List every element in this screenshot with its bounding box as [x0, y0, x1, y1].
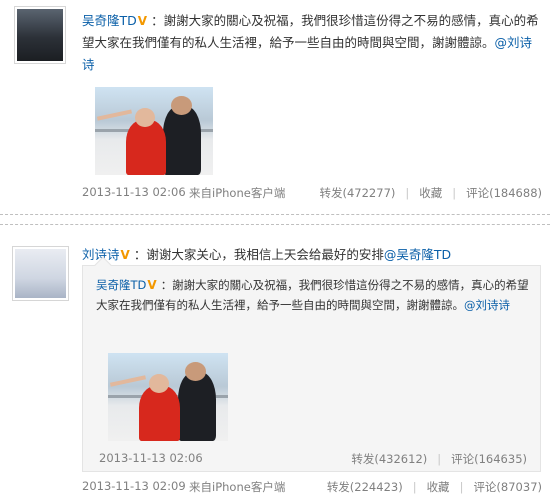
quoted-time[interactable]: 2013-11-13 02:06	[99, 451, 203, 465]
post-2-mention[interactable]: @吴奇隆TD	[384, 247, 451, 262]
forward-link[interactable]: 转发(472277)	[320, 186, 396, 200]
post-1-content: 吴奇隆TDV ：謝謝大家的關心及祝福，我們很珍惜這份得之不易的感情，真心的希望大家…	[82, 10, 542, 76]
post-1-username[interactable]: 吴奇隆TD	[82, 13, 137, 28]
photo-man	[163, 106, 202, 175]
action-separator: |	[405, 186, 410, 200]
post-1-meta: 2013-11-13 02:06 来自iPhone客户端 转发(472277) |…	[82, 185, 542, 201]
favorite-link[interactable]: 收藏	[427, 480, 450, 494]
quoted-forward-link[interactable]: 转发(432612)	[351, 452, 427, 466]
avatar-liu-shishi[interactable]	[12, 246, 69, 301]
photo-man-head	[170, 95, 192, 116]
quoted-meta: 2013-11-13 02:06 转发(432612) | 评论(164635)	[99, 451, 527, 467]
quoted-username[interactable]: 吴奇隆TD	[96, 278, 146, 292]
quoted-content: 吴奇隆TDV ：謝謝大家的關心及祝福，我們很珍惜這份得之不易的感情，真心的希望大家…	[96, 275, 530, 315]
comment-link[interactable]: 评论(184688)	[466, 186, 542, 200]
action-separator: |	[452, 186, 457, 200]
post-1-source: 来自iPhone客户端	[189, 185, 285, 201]
post-1-actions: 转发(472277) | 收藏 | 评论(184688)	[320, 185, 543, 201]
post-1-text: ：謝謝大家的關心及祝福，我們很珍惜這份得之不易的感情，真心的希望大家在我們僅有的…	[82, 13, 539, 50]
favorite-link[interactable]: 收藏	[419, 186, 442, 200]
photo-woman	[125, 120, 166, 175]
source-link[interactable]: iPhone客户端	[212, 480, 285, 494]
feed-divider	[0, 224, 550, 225]
photo-woman	[139, 386, 180, 441]
post-2-time[interactable]: 2013-11-13 02:09	[82, 479, 186, 493]
source-link[interactable]: iPhone客户端	[212, 186, 285, 200]
post-2-actions: 转发(224423) | 收藏 | 评论(87037)	[327, 479, 542, 495]
source-prefix: 来自	[189, 186, 212, 200]
quoted-mention[interactable]: @刘诗诗	[464, 298, 510, 312]
feed-divider	[0, 214, 550, 215]
avatar-photo	[17, 9, 63, 61]
post-2-content: 刘诗诗V ：谢谢大家关心，我相信上天会给最好的安排@吴奇隆TD	[82, 245, 542, 265]
forward-link[interactable]: 转发(224423)	[327, 480, 403, 494]
source-prefix: 来自	[189, 480, 212, 494]
action-separator: |	[459, 480, 464, 494]
avatar-photo	[15, 249, 66, 298]
quoted-comment-link[interactable]: 评论(164635)	[451, 452, 527, 466]
avatar-wu-qilong[interactable]	[14, 6, 66, 64]
quoted-photo[interactable]	[108, 353, 228, 441]
post-2-source: 来自iPhone客户端	[189, 479, 285, 495]
photo-man	[177, 372, 216, 441]
verified-badge-icon: V	[147, 278, 157, 292]
action-separator: |	[412, 480, 417, 494]
action-separator: |	[437, 452, 442, 466]
verified-badge-icon: V	[137, 14, 148, 28]
comment-link[interactable]: 评论(87037)	[473, 480, 542, 494]
post-1-photo[interactable]	[95, 87, 213, 175]
post-2-text: ：谢谢大家关心，我相信上天会给最好的安排	[133, 247, 384, 262]
post-2-meta: 2013-11-13 02:09 来自iPhone客户端 转发(224423) |…	[82, 479, 542, 495]
quoted-actions: 转发(432612) | 评论(164635)	[351, 451, 527, 467]
verified-badge-icon: V	[120, 248, 130, 262]
post-1-time[interactable]: 2013-11-13 02:06	[82, 185, 186, 199]
